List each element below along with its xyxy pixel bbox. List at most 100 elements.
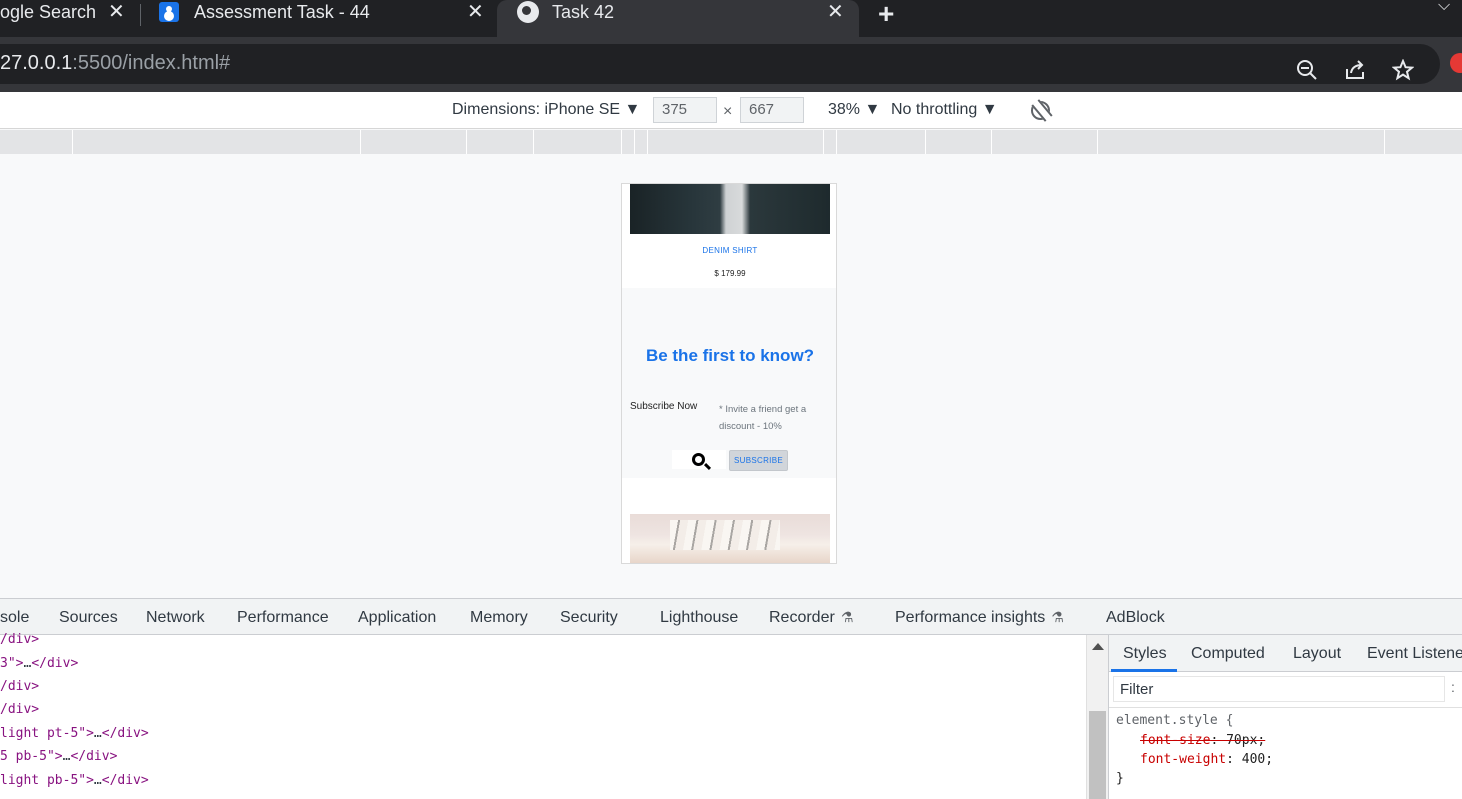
url-text: 27.0.0.1:5500/index.html#	[0, 52, 230, 75]
product-image[interactable]	[630, 184, 830, 234]
ellipsis[interactable]: …	[94, 773, 102, 788]
devtools-tabbar: sole Sources Network Performance Applica…	[0, 598, 1462, 635]
media-query-bar[interactable]	[0, 130, 1462, 154]
width-input[interactable]: 375	[653, 97, 717, 123]
clothing-rack-image[interactable]	[630, 514, 830, 563]
media-query-divider	[621, 130, 622, 154]
star-icon[interactable]	[1391, 58, 1415, 85]
media-query-divider	[1097, 130, 1098, 154]
styles-filter-input[interactable]: Filter	[1113, 676, 1445, 702]
zoom-dropdown[interactable]: 38% ▼	[828, 101, 880, 119]
device-viewport[interactable]: DENIM SHIRT $ 179.99 Be the first to kno…	[621, 183, 837, 564]
subscribe-label: Subscribe Now	[630, 401, 698, 412]
media-query-divider	[925, 130, 926, 154]
product-name-link[interactable]: DENIM SHIRT	[622, 246, 836, 255]
tab-styles[interactable]: Styles	[1123, 645, 1167, 663]
close-icon[interactable]: ✕	[108, 0, 125, 24]
throttling-dropdown[interactable]: No throttling ▼	[891, 101, 998, 119]
tab-label: Recorder	[769, 609, 835, 626]
media-query-divider	[533, 130, 534, 154]
tab-label: Performance insights	[895, 609, 1046, 626]
close-icon[interactable]: ✕	[467, 0, 484, 24]
classroom-favicon-icon	[159, 2, 179, 22]
rotate-icon[interactable]	[1031, 101, 1050, 120]
styles-tabbar: Styles Computed Layout Event Listene	[1109, 635, 1462, 672]
media-query-divider	[72, 130, 73, 154]
close-icon[interactable]: ✕	[827, 0, 844, 24]
media-query-divider	[634, 130, 635, 154]
dom-node[interactable]: /div>	[0, 702, 39, 717]
dom-node[interactable]: 3">…</div>	[0, 656, 78, 671]
hover-state-toggle[interactable]: :	[1451, 679, 1455, 695]
extension-icon[interactable]	[1450, 53, 1462, 73]
tab-title: Assessment Task - 44	[194, 2, 370, 22]
dom-node[interactable]: light pb-5">…</div>	[0, 773, 149, 788]
scroll-up-arrow-icon[interactable]	[1092, 643, 1104, 650]
media-query-divider	[823, 130, 824, 154]
dom-node[interactable]: 5 pb-5">…</div>	[0, 749, 117, 764]
elements-scrollbar[interactable]	[1086, 635, 1108, 799]
dom-node[interactable]: light pt-5">…</div>	[0, 726, 149, 741]
height-input[interactable]: 667	[740, 97, 804, 123]
tab-event-listeners[interactable]: Event Listene	[1367, 645, 1462, 663]
tab-google-search[interactable]: ogle Search ✕	[0, 0, 141, 37]
address-bar[interactable]: 27.0.0.1:5500/index.html#	[0, 44, 1440, 84]
rule-close-brace: }	[1116, 771, 1124, 786]
tag-close: </div>	[70, 749, 118, 764]
tag-text: light pb-5">	[0, 773, 94, 788]
css-property-font-weight[interactable]: font-weight: 400;	[1140, 752, 1273, 767]
browser-toolbar: 27.0.0.1:5500/index.html#	[0, 37, 1462, 92]
tab-recorder[interactable]: Recorder ⚗	[769, 609, 853, 627]
tab-title: ogle Search	[0, 2, 97, 22]
css-property-font-size[interactable]: font-size: 70px;	[1140, 733, 1265, 748]
media-query-divider	[466, 130, 467, 154]
tab-task-42[interactable]: Task 42 ✕	[497, 0, 859, 37]
tag-text: 3">	[0, 656, 24, 671]
tab-title: Task 42	[552, 2, 615, 22]
tab-application[interactable]: Application	[358, 609, 436, 627]
media-query-divider	[360, 130, 361, 154]
styles-pane: Styles Computed Layout Event Listene Fil…	[1108, 635, 1462, 799]
dom-node[interactable]: /div>	[0, 679, 39, 694]
tab-console[interactable]: sole	[0, 609, 29, 627]
subscribe-button[interactable]: SUBSCRIBE	[729, 450, 788, 471]
tab-assessment-task[interactable]: Assessment Task - 44 ✕	[145, 0, 497, 37]
elements-tree[interactable]: /div> 3">…</div> /div> /div> light pt-5"…	[0, 632, 1086, 799]
tag-close: </div>	[101, 726, 149, 741]
dimensions-dropdown[interactable]: Dimensions: iPhone SE ▼	[452, 101, 640, 119]
tab-layout[interactable]: Layout	[1293, 645, 1341, 663]
element-style-rule[interactable]: element.style { font-size: 70px; font-we…	[1109, 707, 1462, 799]
property-value: : 400;	[1226, 752, 1274, 767]
media-query-divider	[1384, 130, 1385, 154]
scrollbar-thumb[interactable]	[1089, 711, 1106, 799]
flask-icon: ⚗	[840, 609, 854, 625]
dom-node[interactable]: /div>	[0, 632, 39, 647]
tab-lighthouse[interactable]: Lighthouse	[660, 609, 738, 627]
tab-computed[interactable]: Computed	[1191, 645, 1265, 663]
share-icon[interactable]	[1344, 59, 1366, 85]
property-value: : 70px;	[1210, 733, 1266, 748]
newsletter-section: Be the first to know? Subscribe Now * In…	[622, 288, 836, 478]
new-tab-button[interactable]: +	[878, 0, 894, 30]
tab-network[interactable]: Network	[146, 609, 205, 627]
property-name: font-size	[1140, 733, 1211, 748]
ellipsis[interactable]: …	[94, 726, 102, 741]
times-sign: ×	[723, 103, 733, 120]
tab-performance-insights[interactable]: Performance insights ⚗	[895, 609, 1064, 627]
zoom-out-icon[interactable]	[1296, 59, 1318, 85]
tab-search-icon[interactable]: ⌵	[1438, 0, 1450, 15]
media-query-divider	[647, 130, 648, 154]
tab-divider	[140, 4, 141, 26]
tab-security[interactable]: Security	[560, 609, 618, 627]
url-path: :5500/index.html#	[72, 52, 231, 74]
tag-text: light pt-5">	[0, 726, 94, 741]
tab-sources[interactable]: Sources	[59, 609, 118, 627]
tab-adblock[interactable]: AdBlock	[1106, 609, 1165, 627]
tab-performance[interactable]: Performance	[237, 609, 329, 627]
tab-memory[interactable]: Memory	[470, 609, 528, 627]
device-toolbar: Dimensions: iPhone SE ▼ 375 × 667 38% ▼ …	[0, 92, 1462, 129]
globe-favicon-icon	[517, 1, 539, 23]
active-tab-indicator	[1111, 669, 1177, 672]
newsletter-title: Be the first to know?	[645, 346, 815, 365]
tab-strip: ogle Search ✕ Assessment Task - 44 ✕ Tas…	[0, 0, 1462, 37]
